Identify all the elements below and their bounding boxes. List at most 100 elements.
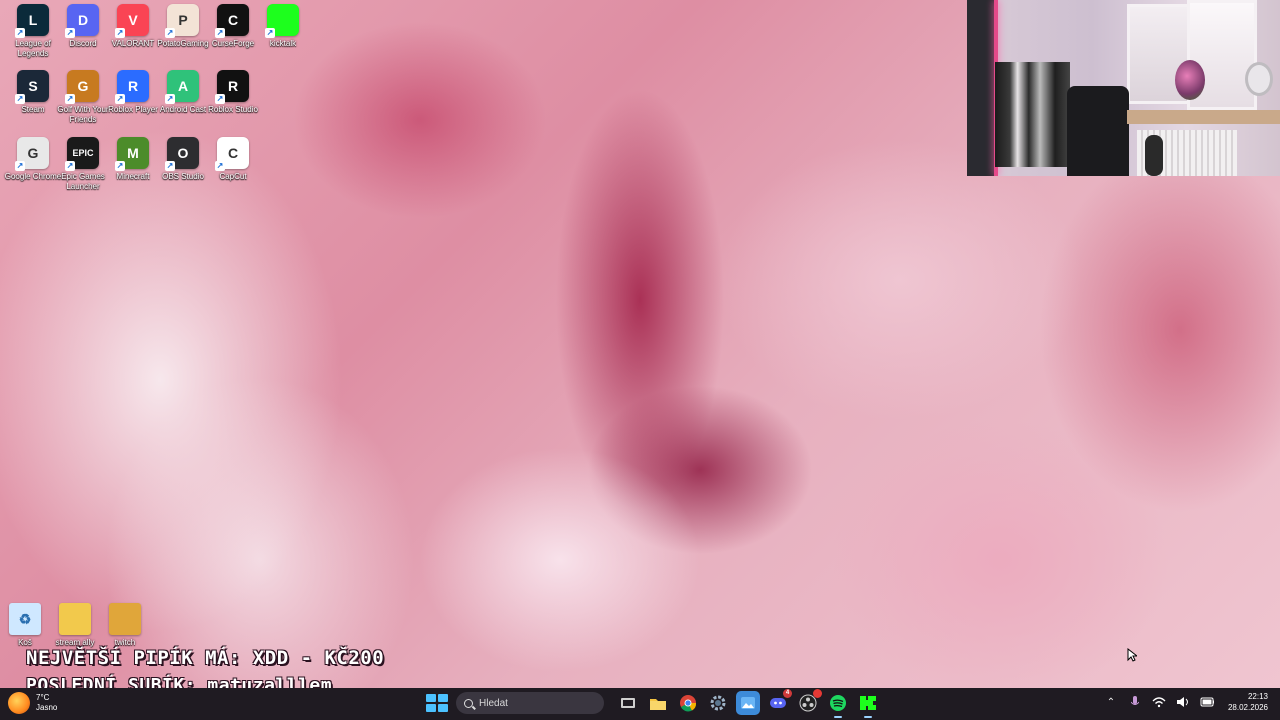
battery-icon[interactable] [1200,695,1214,709]
volume-icon[interactable] [1176,695,1190,709]
shortcut-arrow-icon: ↗ [65,161,75,171]
app-icon: G ↗ [15,137,49,171]
clock[interactable]: 22:13 28.02.2026 [1228,691,1268,713]
chevron-up-icon[interactable]: ⌃ [1104,695,1118,709]
clock-date: 28.02.2026 [1227,703,1268,712]
app-icon: EPIC ↗ [65,137,99,171]
app-icon: L ↗ [15,4,49,38]
folder-icon [59,603,91,635]
app-icon: C ↗ [215,137,249,171]
gear-icon [710,695,726,711]
desktop-icon-label: Google Chrome [4,172,62,181]
task-view-button[interactable] [616,691,640,715]
app-icon-glyph: P [178,12,188,28]
taskbar-settings[interactable] [706,691,730,715]
desktop-icon[interactable]: C ↗ CapCut [204,137,262,182]
desktop-icon-label: Android Cast [159,105,207,114]
app-icon-glyph: EPIC [72,148,94,158]
taskbar-file-explorer[interactable] [646,691,670,715]
shortcut-arrow-icon: ↗ [15,28,25,38]
obs-record-dot [813,689,822,698]
desktop-icon-label: kicktalk [269,39,297,48]
microphone [1145,135,1163,176]
desktop-icon-label: Steam [21,105,45,114]
app-icon: S ↗ [15,70,49,104]
gaming-chair [1067,86,1129,176]
desktop-icon-label: Minecraft [116,172,150,181]
chrome-icon [680,695,697,712]
desk-surface [1127,110,1280,124]
app-icon-glyph: G [77,78,89,94]
app-icon: C ↗ [215,4,249,38]
app-icon-glyph: G [27,145,39,161]
desktop-icon[interactable]: ↗ kicktalk [254,4,312,49]
search-box[interactable]: Hledat [456,692,604,714]
taskbar-discord[interactable]: 4 [766,689,792,715]
discord-icon [770,698,786,708]
shortcut-arrow-icon: ↗ [215,161,225,171]
microphone-icon[interactable] [1128,695,1142,709]
shortcut-arrow-icon: ↗ [15,94,25,104]
shortcut-arrow-icon: ↗ [65,94,75,104]
app-icon-glyph: O [177,145,189,161]
desktop-icon-label: CurseForge [211,39,255,48]
top-donor-text: NEJVĚTŠÍ PIPÍK MÁ: XDD - KČ200 [26,647,385,669]
shortcut-arrow-icon: ↗ [115,94,125,104]
taskbar-photos[interactable] [736,691,760,715]
app-icon: R ↗ [115,70,149,104]
app-icon: O ↗ [165,137,199,171]
folder-icon [650,699,666,710]
app-icon-glyph: A [177,78,189,94]
kicktalk-icon [860,696,876,710]
desktop-icon-label: Discord [69,39,97,48]
app-icon: ↗ [265,4,299,38]
discord-badge: 4 [783,689,792,698]
clock-time: 22:13 [1247,692,1268,701]
taskbar: 7°C Jasno Hledat 4 ⌃ 22:13 28.02.2026 [0,688,1280,720]
taskbar-obs[interactable] [796,689,822,715]
spotify-icon [830,695,846,711]
start-button[interactable] [424,692,448,714]
photos-icon [741,697,755,709]
app-icon: G ↗ [65,70,99,104]
desktop-icon-label: PotatoGaming [157,39,209,48]
shortcut-arrow-icon: ↗ [165,28,175,38]
app-icon-glyph: D [77,12,89,28]
desktop-icon-label: Roblox Player [108,105,158,114]
desktop-icon-label: OBS Studio [162,172,204,181]
weather-temp: 7°C [36,693,50,702]
shortcut-arrow-icon: ↗ [165,161,175,171]
shortcut-arrow-icon: ↗ [115,28,125,38]
taskbar-spotify[interactable] [826,691,850,718]
shortcut-arrow-icon: ↗ [215,94,225,104]
app-icon-glyph: V [128,12,138,28]
taskbar-chrome[interactable] [676,691,700,715]
app-icon: M ↗ [115,137,149,171]
app-icon-glyph: C [227,145,239,161]
app-icon-glyph: R [127,78,139,94]
shortcut-arrow-icon: ↗ [115,161,125,171]
folder-icon [109,603,141,635]
desktop-icon[interactable]: R ↗ Roblox Studio [204,70,262,115]
app-icon-glyph: C [227,12,239,28]
mouse-cursor-icon [1127,648,1137,662]
app-icon: R ↗ [215,70,249,104]
shortcut-arrow-icon: ↗ [15,161,25,171]
weather-condition: Jasno [36,703,58,712]
shortcut-arrow-icon: ↗ [165,94,175,104]
shortcut-arrow-icon: ↗ [65,28,75,38]
weather-widget[interactable]: 7°C Jasno [8,692,57,714]
wifi-icon[interactable] [1152,695,1166,709]
desktop-icon[interactable]: twitch [96,603,154,648]
desktop-icon-label: VALORANT [111,39,155,48]
recycle-bin-icon: ♻ [9,603,41,635]
weather-sun-icon [8,692,30,714]
app-icon-glyph: R [227,78,239,94]
task-view-icon [621,698,635,708]
app-icon: D ↗ [65,4,99,38]
taskbar-kicktalk[interactable] [856,691,880,718]
search-icon [464,698,473,708]
app-icon: A ↗ [165,70,199,104]
desktop-icon-label: CapCut [219,172,247,181]
app-icon: P ↗ [165,4,199,38]
